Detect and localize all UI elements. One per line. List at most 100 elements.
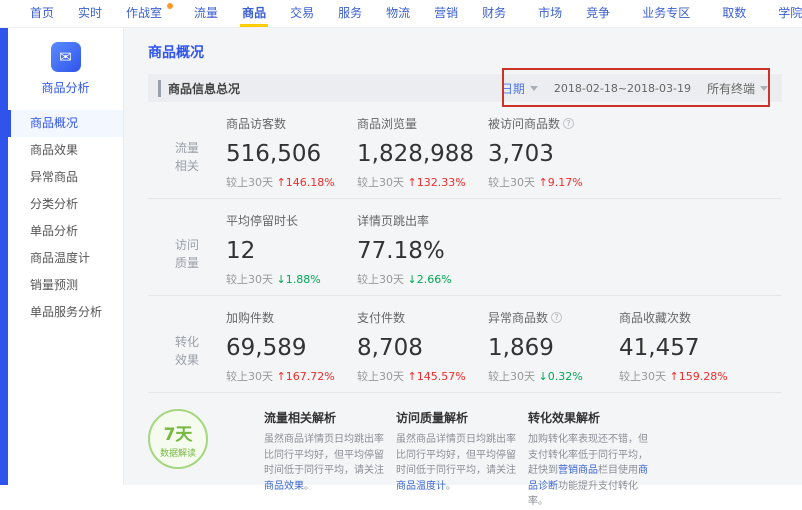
change-indicator: ↓0.32%: [539, 370, 583, 383]
date-range-value[interactable]: 2018-02-18~2018-03-19: [554, 82, 691, 95]
metric-card: 商品浏览量 1,828,988 较上30天 ↑132.33%: [357, 115, 488, 198]
help-icon[interactable]: ?: [563, 118, 574, 129]
metric-value: 1,828,988: [357, 141, 488, 167]
change-indicator: ↑132.33%: [408, 176, 466, 189]
insight-column-traffic: 流量相关解析 虽然商品详情页日均跳出率比同行平均好，但平均停留时间低于同行平均，…: [264, 409, 396, 494]
compare-label: 较上30天: [226, 176, 273, 189]
sidebar-item-single-product-analysis[interactable]: 单品分析: [8, 218, 123, 245]
metric-value: 77.18%: [357, 238, 488, 264]
left-accent-strip: [0, 28, 8, 485]
metric-card: 异常商品数? 1,869 较上30天 ↓0.32%: [488, 309, 619, 392]
arrow-down-icon: ↓: [277, 273, 286, 286]
nav-item-competition[interactable]: 竞争: [574, 0, 622, 28]
insight-link[interactable]: 营销商品: [558, 465, 598, 476]
nav-item-market[interactable]: 市场: [526, 0, 574, 28]
compare-label: 较上30天: [357, 273, 404, 286]
arrow-up-icon: ↑: [277, 176, 286, 189]
metric-card: 详情页跳出率 77.18% 较上30天 ↓2.66%: [357, 212, 488, 295]
metric-card: 商品访客数 516,506 较上30天 ↑146.18%: [226, 115, 357, 198]
change-indicator: ↓2.66%: [408, 273, 452, 286]
nav-item-academy[interactable]: 学院: [766, 0, 802, 28]
group-label: 访问质量: [148, 212, 226, 295]
metric-value: 69,589: [226, 335, 357, 361]
compare-label: 较上30天: [357, 370, 404, 383]
sidebar-menu: 商品概况 商品效果 异常商品 分类分析 单品分析 商品温度计 销量预测 单品服务…: [8, 110, 123, 326]
metric-row-traffic: 流量相关 商品访客数 516,506 较上30天 ↑146.18% 商品浏览量 …: [148, 102, 782, 199]
insight-text-part: 虽然商品详情页日均跳出率比同行平均好，但平均停留时间低于同行平均，请关注: [264, 434, 384, 476]
insight-title: 流量相关解析: [264, 409, 384, 426]
sidebar-item-abnormal-products[interactable]: 异常商品: [8, 164, 123, 191]
metric-value: 41,457: [619, 335, 750, 361]
filter-bar: 日期 2018-02-18~2018-03-19 所有终端: [501, 80, 768, 97]
change-indicator: ↑9.17%: [539, 176, 583, 189]
compare-label: 较上30天: [488, 176, 535, 189]
data-interpretation-badge: 7天 数据解读: [148, 409, 208, 469]
insight-title: 转化效果解析: [528, 409, 648, 426]
badge-label: 数据解读: [160, 446, 196, 459]
nav-item-business-zone[interactable]: 业务专区: [630, 0, 702, 28]
arrow-down-icon: ↓: [408, 273, 417, 286]
change-indicator: ↓1.88%: [277, 273, 321, 286]
metric-label: 支付件数: [357, 309, 405, 326]
nav-item-marketing[interactable]: 营销: [422, 0, 470, 28]
chevron-down-icon: [530, 86, 538, 91]
sidebar-item-single-product-service[interactable]: 单品服务分析: [8, 299, 123, 326]
sidebar-item-category-analysis[interactable]: 分类分析: [8, 191, 123, 218]
change-indicator: ↑145.57%: [408, 370, 466, 383]
section-header: 商品信息总况 日期 2018-02-18~2018-03-19 所有终端: [148, 74, 782, 102]
page-title: 商品概况: [148, 42, 782, 62]
section-title: 商品信息总况: [158, 80, 240, 97]
metric-label: 详情页跳出率: [357, 212, 429, 229]
help-icon[interactable]: ?: [551, 312, 562, 323]
sidebar-item-product-effect[interactable]: 商品效果: [8, 137, 123, 164]
nav-item-service[interactable]: 服务: [326, 0, 374, 28]
nav-item-warroom[interactable]: 作战室: [114, 0, 174, 28]
insight-link[interactable]: 商品效果: [264, 481, 304, 492]
insight-title: 访问质量解析: [396, 409, 516, 426]
app-body: ✉ 商品分析 商品概况 商品效果 异常商品 分类分析 单品分析 商品温度计 销量…: [0, 28, 802, 485]
arrow-up-icon: ↑: [277, 370, 286, 383]
arrow-up-icon: ↑: [408, 370, 417, 383]
metric-card: 商品收藏次数 41,457 较上30天 ↑159.28%: [619, 309, 750, 392]
nav-item-home[interactable]: 首页: [18, 0, 66, 28]
metric-value: 516,506: [226, 141, 357, 167]
insights-section: 7天 数据解读 流量相关解析 虽然商品详情页日均跳出率比同行平均好，但平均停留时…: [148, 409, 782, 510]
compare-label: 较上30天: [488, 370, 535, 383]
metric-row-visit-quality: 访问质量 平均停留时长 12 较上30天 ↓1.88% 详情页跳出率 77.18…: [148, 199, 782, 296]
metric-label: 平均停留时长: [226, 212, 298, 229]
compare-label: 较上30天: [226, 273, 273, 286]
sidebar-header: ✉ 商品分析: [8, 28, 123, 108]
nav-item-realtime[interactable]: 实时: [66, 0, 114, 28]
arrow-up-icon: ↑: [539, 176, 548, 189]
metric-card: 支付件数 8,708 较上30天 ↑145.57%: [357, 309, 488, 392]
sidebar: ✉ 商品分析 商品概况 商品效果 异常商品 分类分析 单品分析 商品温度计 销量…: [8, 28, 124, 485]
sidebar-item-product-overview[interactable]: 商品概况: [8, 110, 123, 137]
arrow-up-icon: ↑: [670, 370, 679, 383]
badge-days: 7天: [164, 420, 193, 445]
metric-label: 加购件数: [226, 309, 274, 326]
nav-item-logistics[interactable]: 物流: [374, 0, 422, 28]
sidebar-item-sales-forecast[interactable]: 销量预测: [8, 272, 123, 299]
nav-item-traffic[interactable]: 流量: [182, 0, 230, 28]
compare-label: 较上30天: [357, 176, 404, 189]
metric-row-conversion: 转化效果 加购件数 69,589 较上30天 ↑167.72% 支付件数 8,7…: [148, 296, 782, 393]
nav-item-trade[interactable]: 交易: [278, 0, 326, 28]
metric-card: 加购件数 69,589 较上30天 ↑167.72%: [226, 309, 357, 392]
group-label: 流量相关: [148, 115, 226, 198]
metric-value: 8,708: [357, 335, 488, 361]
change-indicator: ↑146.18%: [277, 176, 335, 189]
main-content: 商品概况 商品信息总况 日期 2018-02-18~2018-03-19 所有终…: [124, 28, 802, 485]
nav-item-product[interactable]: 商品: [230, 0, 278, 28]
nav-item-finance[interactable]: 财务: [470, 0, 518, 28]
compare-label: 较上30天: [619, 370, 666, 383]
group-label: 转化效果: [148, 309, 226, 392]
sidebar-item-product-thermometer[interactable]: 商品温度计: [8, 245, 123, 272]
insight-text-part: 。: [304, 481, 314, 492]
chevron-down-icon: [760, 86, 768, 91]
date-dropdown[interactable]: 日期: [501, 80, 538, 97]
metric-card: 被访问商品数? 3,703 较上30天 ↑9.17%: [488, 115, 619, 198]
insight-link[interactable]: 商品温度计: [396, 481, 446, 492]
metric-value: 12: [226, 238, 357, 264]
terminal-dropdown[interactable]: 所有终端: [707, 80, 768, 97]
nav-item-data-extract[interactable]: 取数: [710, 0, 758, 28]
